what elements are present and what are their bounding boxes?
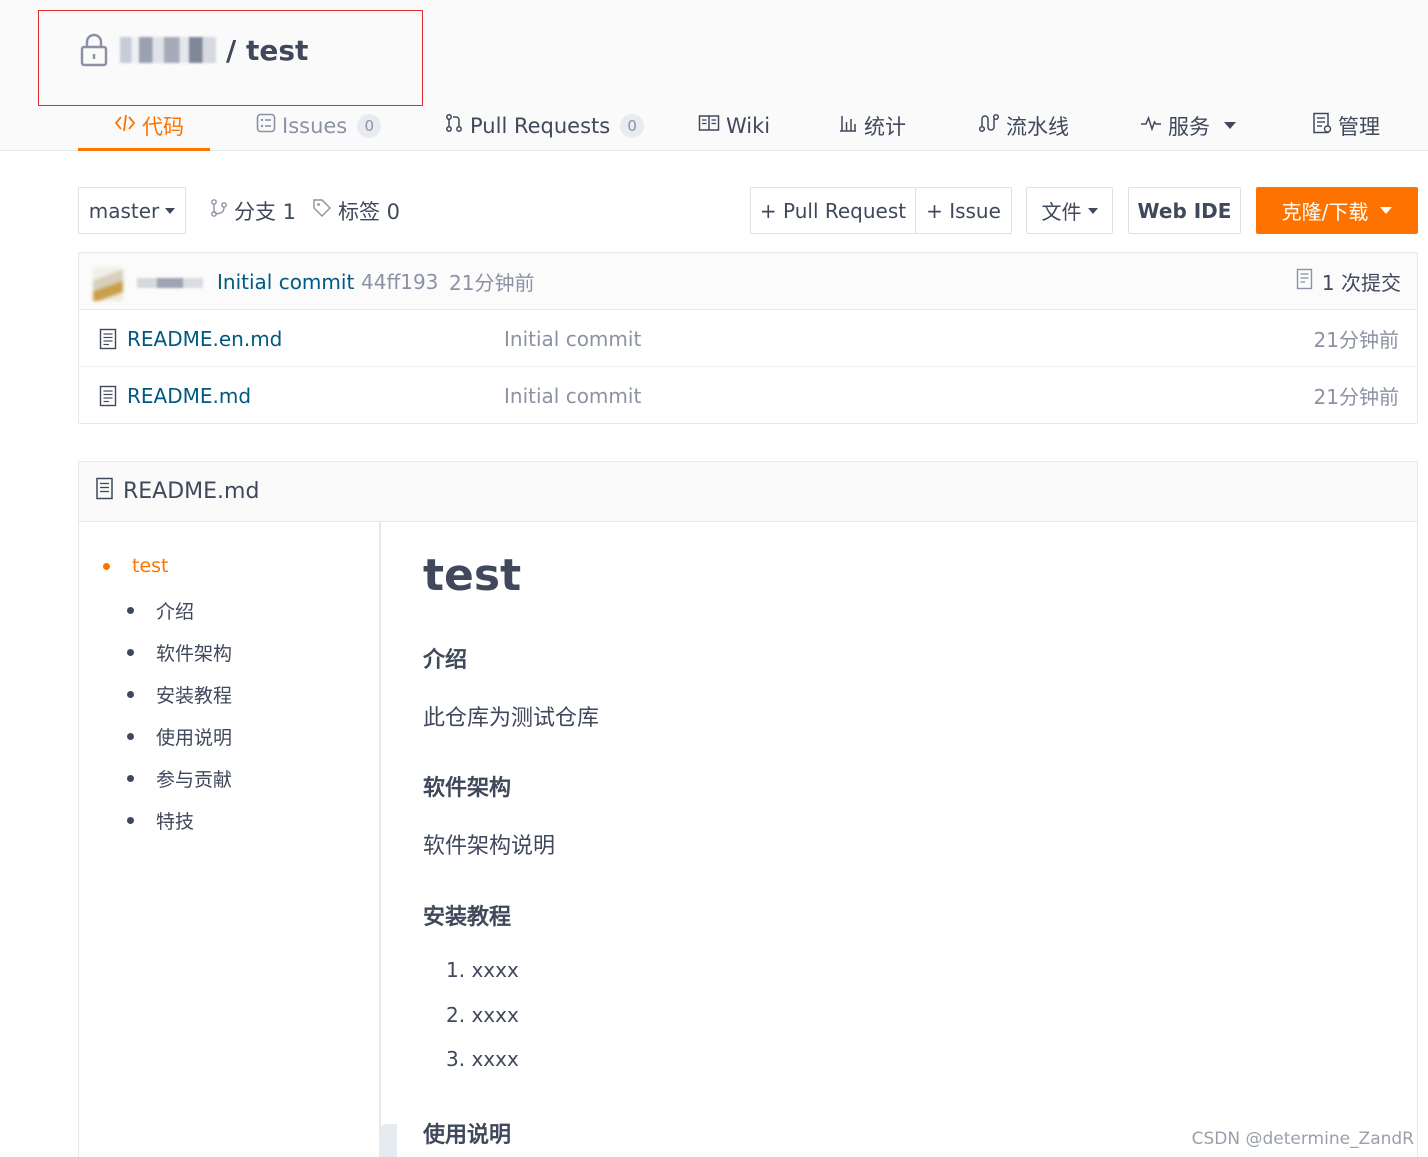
file-row: README.md Initial commit 21分钟前 [79, 367, 1417, 424]
commit-count-link[interactable]: 1 次提交 [1296, 253, 1401, 310]
toc-scrollbar[interactable] [379, 1124, 397, 1157]
file-commit-time: 21分钟前 [1313, 328, 1399, 352]
toc-item[interactable]: 特技 [127, 807, 194, 834]
file-name-link[interactable]: README.en.md [99, 310, 282, 367]
readme-heading-usage: 使用说明 [423, 1123, 512, 1148]
toc-item[interactable]: 介绍 [127, 597, 194, 624]
readme-toc: test 介绍 软件架构 安装教程 使用说明 参与贡献 特技 [79, 522, 381, 1157]
readme-paragraph: 软件架构说明 [423, 834, 556, 859]
new-issue-button[interactable]: + Issue [915, 187, 1012, 234]
tab-manage[interactable]: 管理 [1312, 100, 1380, 151]
readme-filename: README.md [123, 479, 260, 504]
toc-item[interactable]: 软件架构 [127, 639, 232, 666]
pull-request-icon [444, 113, 464, 138]
tab-wiki[interactable]: Wiki [698, 100, 770, 151]
file-commit-message[interactable]: Initial commit [504, 367, 641, 424]
file-menu-button[interactable]: 文件 [1026, 187, 1113, 234]
repo-tabs: 代码 Issues 0 Pull Requests 0 Wiki 统计 流水线 [0, 100, 1428, 151]
toc-item[interactable]: 使用说明 [127, 723, 232, 750]
readme-panel: README.md test 介绍 软件架构 安装教程 使用说明 参与贡献 特技… [78, 461, 1418, 1157]
commit-author-blurred[interactable] [137, 278, 203, 288]
readme-h1: test [423, 550, 522, 601]
chevron-down-icon [1224, 122, 1236, 129]
file-icon [99, 385, 117, 407]
toc-item[interactable]: 参与贡献 [127, 765, 232, 792]
latest-commit-row: Initial commit 44ff193 21分钟前 1 次提交 [79, 253, 1417, 310]
repo-toolbar: master 分支 1 标签 0 + Pull Request + Issue … [0, 187, 1428, 235]
readme-paragraph: 此仓库为测试仓库 [423, 706, 600, 731]
tag-icon [312, 198, 332, 223]
pipeline-icon [978, 113, 1000, 138]
chevron-down-icon [165, 207, 176, 214]
install-step: 2. xxxx [446, 1003, 519, 1027]
file-list: Initial commit 44ff193 21分钟前 1 次提交 READM… [78, 252, 1418, 424]
tab-pipeline[interactable]: 流水线 [978, 100, 1069, 151]
branches-link[interactable]: 分支 1 [210, 187, 296, 234]
file-icon [95, 477, 115, 507]
readme-heading-intro: 介绍 [423, 648, 468, 673]
branch-select[interactable]: master [78, 187, 186, 234]
watermark: CSDN @determine_ZandR [1191, 1129, 1414, 1149]
tags-link[interactable]: 标签 0 [312, 187, 400, 234]
issues-icon [256, 113, 276, 138]
chevron-down-icon [1380, 207, 1393, 214]
readme-heading-install: 安装教程 [423, 905, 512, 930]
wiki-icon [698, 114, 720, 137]
tab-code[interactable]: 代码 [78, 100, 210, 151]
file-row: README.en.md Initial commit 21分钟前 [79, 310, 1417, 367]
commits-icon [1296, 268, 1314, 295]
latest-commit-message[interactable]: Initial commit [217, 253, 354, 310]
manage-icon [1312, 112, 1332, 139]
new-pull-request-button[interactable]: + Pull Request [750, 187, 916, 234]
code-icon [114, 113, 136, 138]
tab-stats[interactable]: 统计 [838, 100, 906, 151]
install-step: 3. xxxx [446, 1047, 519, 1071]
readme-content: test 介绍 此仓库为测试仓库 软件架构 软件架构说明 安装教程 1. xxx… [423, 522, 1413, 1157]
toc-item[interactable]: 安装教程 [127, 681, 232, 708]
file-commit-time: 21分钟前 [1313, 385, 1399, 409]
file-icon [99, 328, 117, 350]
file-commit-message[interactable]: Initial commit [504, 310, 641, 367]
service-icon [1140, 114, 1162, 137]
chevron-down-icon [1087, 207, 1098, 214]
highlight-box [38, 10, 423, 106]
toc-item[interactable]: test [103, 555, 169, 577]
avatar[interactable] [93, 267, 123, 301]
issues-count-badge: 0 [357, 113, 382, 138]
pr-count-badge: 0 [620, 113, 645, 138]
latest-commit-sha[interactable]: 44ff193 [361, 253, 438, 310]
file-name-link[interactable]: README.md [99, 367, 251, 424]
web-ide-button[interactable]: Web IDE [1128, 187, 1241, 234]
readme-heading-arch: 软件架构 [423, 776, 512, 801]
readme-header: README.md [79, 462, 1417, 522]
tab-service[interactable]: 服务 [1140, 100, 1236, 151]
branch-icon [210, 198, 228, 223]
clone-download-button[interactable]: 克隆/下载 [1256, 187, 1418, 234]
tab-issues[interactable]: Issues 0 [256, 100, 382, 151]
tab-pull-requests[interactable]: Pull Requests 0 [444, 100, 645, 151]
stats-icon [838, 113, 858, 138]
install-step: 1. xxxx [446, 958, 519, 982]
latest-commit-time: 21分钟前 [449, 271, 535, 295]
